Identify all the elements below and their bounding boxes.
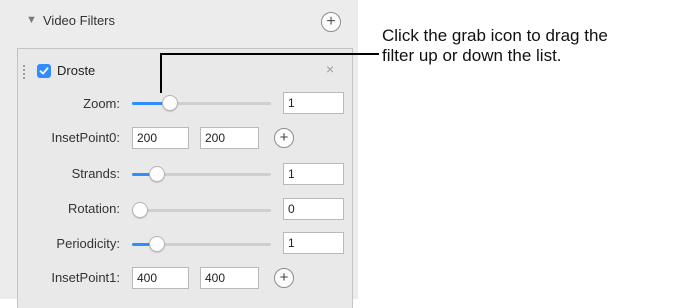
callout-line-2: filter up or down the list. <box>382 46 562 65</box>
periodicity-value-field[interactable]: 1 <box>283 232 344 254</box>
insetpoint0-x-field[interactable]: 200 <box>132 127 189 149</box>
strands-label: Strands: <box>71 166 120 181</box>
checkmark-icon <box>39 67 49 75</box>
grab-handle-icon[interactable] <box>22 64 26 80</box>
filter-name: Droste <box>57 63 96 78</box>
insetpoint0-pick-button[interactable]: + <box>274 128 294 148</box>
insetpoint0-y-field[interactable]: 200 <box>200 127 259 149</box>
slider-knob[interactable] <box>132 202 148 218</box>
rotation-value-field[interactable]: 0 <box>283 198 344 220</box>
insetpoint0-label: InsetPoint0: <box>51 130 120 145</box>
slider-track <box>132 209 271 212</box>
video-filters-panel: ▼ Video Filters + Droste × Zoom: 1 Inset… <box>0 0 358 308</box>
slider-knob[interactable] <box>149 236 165 252</box>
slider-knob[interactable] <box>149 166 165 182</box>
periodicity-label: Periodicity: <box>56 236 120 251</box>
disclosure-triangle-icon[interactable]: ▼ <box>26 14 37 26</box>
slider-knob[interactable] <box>162 95 178 111</box>
insetpoint1-x-field[interactable]: 400 <box>132 267 189 289</box>
insetpoint1-y-field[interactable]: 400 <box>200 267 259 289</box>
periodicity-slider[interactable] <box>132 236 271 252</box>
zoom-slider[interactable] <box>132 95 271 111</box>
panel-header: ▼ Video Filters + <box>0 0 358 42</box>
rotation-slider[interactable] <box>132 202 271 218</box>
filter-enabled-checkbox[interactable] <box>37 64 51 78</box>
callout-leader-line <box>160 53 379 93</box>
strands-value-field[interactable]: 1 <box>283 163 344 185</box>
insetpoint1-label: InsetPoint1: <box>51 270 120 285</box>
callout-text: Click the grab icon to drag the filter u… <box>382 26 687 66</box>
add-filter-button[interactable]: + <box>321 12 341 32</box>
strands-slider[interactable] <box>132 166 271 182</box>
insetpoint1-pick-button[interactable]: + <box>274 268 294 288</box>
callout-line-1: Click the grab icon to drag the <box>382 26 608 45</box>
zoom-value-field[interactable]: 1 <box>283 92 344 114</box>
zoom-label: Zoom: <box>83 96 120 111</box>
section-title: Video Filters <box>43 13 116 28</box>
rotation-label: Rotation: <box>67 201 120 216</box>
